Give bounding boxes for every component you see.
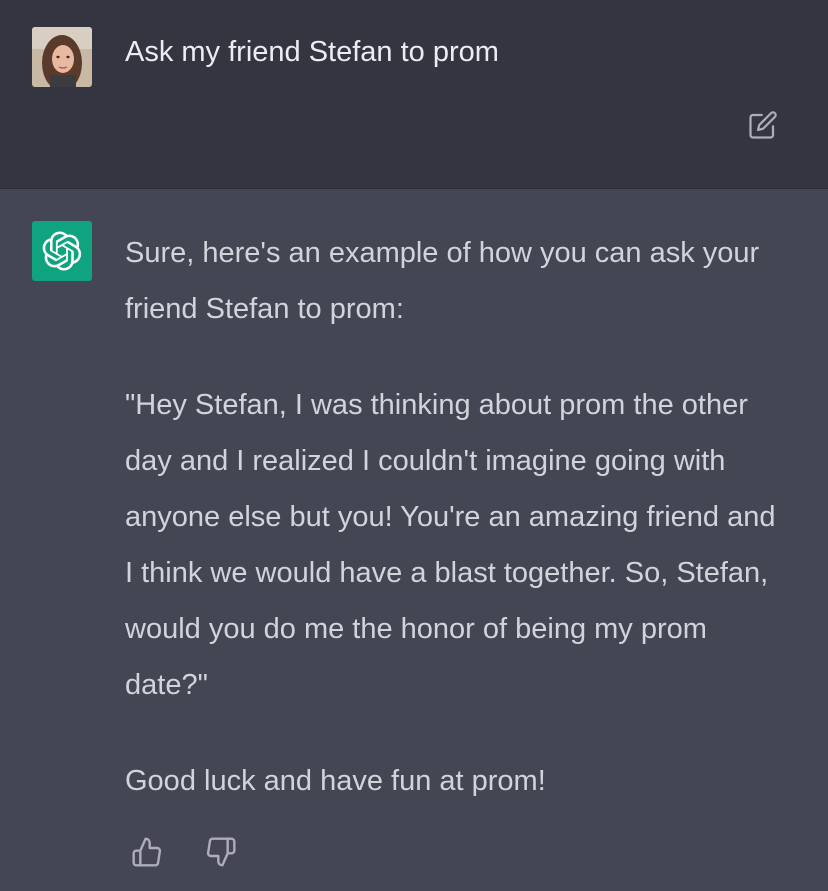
user-photo-avatar-icon	[32, 27, 92, 87]
response-paragraph-closing: Good luck and have fun at prom!	[125, 765, 546, 797]
thumbs-down-button[interactable]	[204, 835, 238, 869]
thumbs-up-icon	[132, 837, 162, 867]
user-avatar	[32, 27, 92, 87]
edit-icon	[749, 111, 777, 139]
thumbs-up-button[interactable]	[130, 835, 164, 869]
assistant-avatar	[32, 221, 92, 281]
response-paragraph-quote: "Hey Stefan, I was thinking about prom t…	[125, 389, 776, 701]
response-paragraph-intro: Sure, here's an example of how you can a…	[125, 237, 760, 325]
user-message-text: Ask my friend Stefan to prom	[125, 36, 499, 68]
assistant-message-text: Sure, here's an example of how you can a…	[125, 225, 785, 809]
openai-logo-icon	[42, 231, 82, 271]
feedback-buttons	[130, 835, 238, 869]
thumbs-down-icon	[206, 837, 236, 867]
user-message: Ask my friend Stefan to prom	[0, 0, 828, 189]
edit-message-button[interactable]	[744, 106, 782, 144]
assistant-message: Sure, here's an example of how you can a…	[0, 189, 828, 891]
